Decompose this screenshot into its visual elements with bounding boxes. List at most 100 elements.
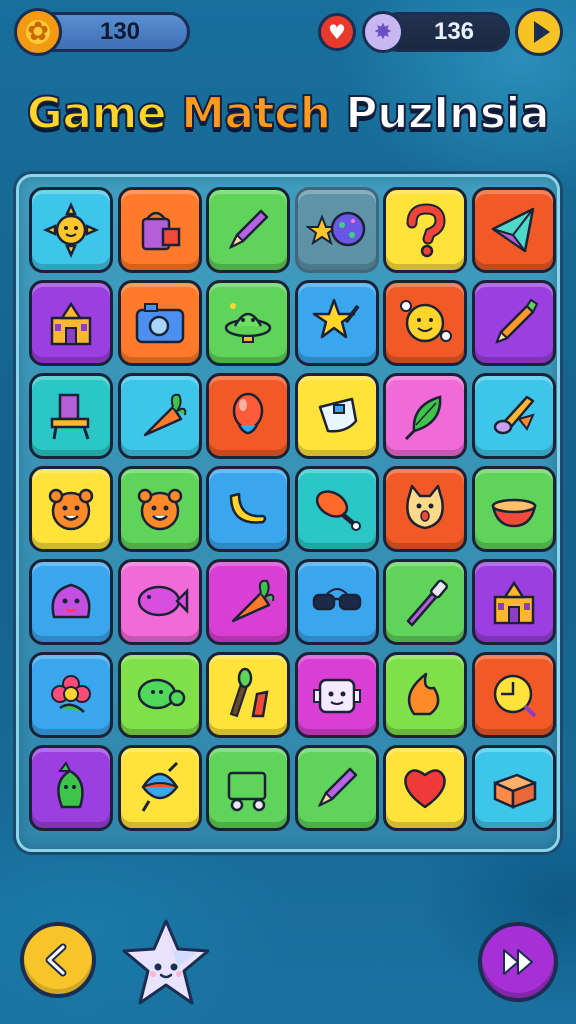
star-wand-icon — [312, 298, 360, 339]
pencil-icon — [317, 767, 357, 808]
bear-face-icon — [137, 488, 182, 531]
tile-r6-c5[interactable] — [383, 652, 467, 738]
house-icon — [50, 301, 92, 346]
gem-icon[interactable]: ✸ — [362, 11, 404, 53]
sunglasses-icon — [312, 588, 361, 611]
balloon-icon — [232, 392, 264, 435]
tile-r6-c4[interactable] — [294, 652, 379, 738]
tile-r2-c2[interactable] — [117, 280, 202, 366]
pencil-icon — [228, 209, 269, 250]
tile-r7-c6[interactable] — [471, 745, 556, 831]
blob-icon — [51, 583, 91, 619]
flower-icon — [51, 675, 91, 713]
fish-icon — [137, 585, 188, 617]
tile-r2-c6[interactable] — [471, 280, 556, 366]
tile-r4-c2[interactable] — [117, 466, 202, 552]
game-title: Game Match PuzInsia — [0, 87, 576, 140]
question-mark-icon — [406, 203, 446, 258]
bag-icon — [318, 397, 357, 433]
tile-r5-c1[interactable] — [29, 559, 113, 645]
box-icon — [493, 773, 536, 809]
tile-r3-c2[interactable] — [117, 373, 202, 459]
tile-r3-c6[interactable] — [471, 373, 556, 459]
title-word-2: Match — [180, 87, 332, 140]
tile-r6-c1[interactable] — [29, 652, 113, 738]
chair-icon — [50, 393, 90, 440]
tile-r3-c4[interactable] — [294, 373, 379, 459]
lemon-icon — [493, 674, 536, 718]
tile-r7-c5[interactable] — [383, 745, 467, 831]
tile-r2-c4[interactable] — [294, 280, 379, 366]
tile-r6-c6[interactable] — [471, 652, 556, 738]
smiley-ball-icon — [400, 300, 452, 343]
coin-count: 130 — [99, 18, 141, 45]
tile-r7-c4[interactable] — [294, 745, 379, 831]
back-button[interactable] — [20, 922, 96, 998]
play-button[interactable] — [515, 8, 563, 56]
tile-r4-c6[interactable] — [471, 466, 556, 552]
crayon-icon — [494, 298, 538, 344]
tile-r2-c1[interactable] — [29, 280, 113, 366]
tile-r3-c3[interactable] — [206, 373, 290, 459]
tile-r4-c4[interactable] — [294, 466, 379, 552]
tile-r5-c5[interactable] — [383, 559, 467, 645]
puzzle-board — [16, 174, 560, 852]
tile-r1-c6[interactable] — [471, 187, 556, 273]
bear-face-icon — [48, 488, 94, 531]
title-word-1: Game — [26, 87, 168, 140]
turtle-icon — [137, 678, 185, 710]
tile-r3-c5[interactable] — [383, 373, 467, 459]
kite-icon — [491, 207, 534, 253]
bowl-icon — [490, 498, 537, 528]
carrot-icon — [143, 393, 186, 437]
tile-r6-c3[interactable] — [206, 652, 290, 738]
tile-r1-c1[interactable] — [29, 187, 113, 273]
tile-r5-c6[interactable] — [471, 559, 556, 645]
house-icon — [493, 580, 534, 625]
tile-r1-c2[interactable] — [117, 187, 202, 273]
leaf-broom-icon — [404, 395, 442, 441]
banana-icon — [229, 492, 267, 524]
tile-r5-c2[interactable] — [117, 559, 202, 645]
fast-forward-icon — [503, 949, 533, 975]
tile-r5-c3[interactable] — [206, 559, 290, 645]
cart-icon — [227, 771, 267, 812]
tile-r1-c3[interactable] — [206, 187, 290, 273]
gear-icon[interactable]: ✿ — [14, 8, 62, 56]
tile-r4-c3[interactable] — [206, 466, 290, 552]
robot-face-icon — [312, 678, 361, 714]
tile-r2-c5[interactable] — [383, 280, 467, 366]
heart-icon — [404, 769, 446, 809]
tile-r2-c3[interactable] — [206, 280, 290, 366]
chevron-left-icon — [45, 943, 67, 977]
cactus-icon — [57, 761, 84, 809]
tile-r7-c1[interactable] — [29, 745, 113, 831]
brushes-icon — [229, 667, 269, 718]
camera-icon — [135, 303, 184, 344]
tile-r7-c2[interactable] — [117, 745, 202, 831]
tile-r7-c3[interactable] — [206, 745, 290, 831]
title-word-3: PuzInsia — [344, 87, 550, 140]
screwdriver-icon — [406, 579, 448, 627]
cat-face-icon — [406, 484, 444, 530]
top-hud: 130 ✿ 136 ♥ ✸ — [0, 0, 576, 70]
paintbrush-icon — [493, 395, 535, 435]
tile-r4-c5[interactable] — [383, 466, 467, 552]
tile-r4-c1[interactable] — [29, 466, 113, 552]
tile-r6-c2[interactable] — [117, 652, 202, 738]
tile-r5-c4[interactable] — [294, 559, 379, 645]
star-ball-icon — [305, 211, 365, 247]
drumstick-icon — [315, 490, 361, 531]
tile-r1-c5[interactable] — [383, 187, 467, 273]
tile-r1-c4[interactable] — [294, 187, 379, 273]
bucket-icon — [141, 211, 180, 251]
spinning-top-icon — [140, 761, 179, 812]
flame-icon — [407, 672, 440, 716]
sun-icon — [42, 201, 100, 259]
gem-count: 136 — [433, 18, 475, 45]
ufo-icon — [224, 303, 272, 343]
fast-forward-button[interactable] — [478, 922, 558, 1002]
star-mascot-icon — [122, 919, 210, 1005]
tile-r3-c1[interactable] — [29, 373, 113, 459]
heart-icon[interactable]: ♥ — [318, 13, 356, 51]
